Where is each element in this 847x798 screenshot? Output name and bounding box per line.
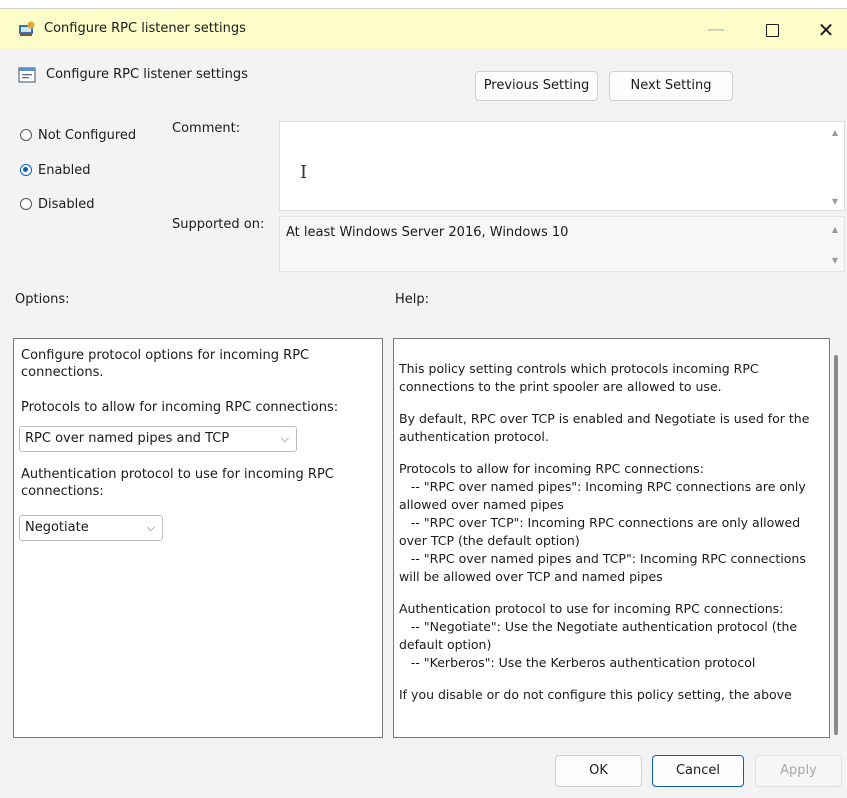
help-paragraph: By default, RPC over TCP is enabled and … <box>399 411 814 444</box>
window-title: Configure RPC listener settings <box>44 21 246 36</box>
chevron-down-icon: ⌵ <box>280 432 289 445</box>
radio-circle[interactable] <box>20 129 32 141</box>
help-text: This policy setting controls which proto… <box>399 360 825 718</box>
comment-input[interactable]: I ▲ ▼ <box>279 121 845 211</box>
protocols-value: RPC over named pipes and TCP <box>25 431 230 446</box>
protocols-label: Protocols to allow for incoming RPC conn… <box>21 400 339 415</box>
options-pane: Configure protocol options for incoming … <box>13 338 383 738</box>
help-paragraph: This policy setting controls which proto… <box>399 361 763 394</box>
supported-on-field: At least Windows Server 2016, Windows 10… <box>279 216 845 272</box>
chevron-down-icon: ⌵ <box>146 521 155 534</box>
maximize-icon <box>765 23 779 37</box>
scroll-up-icon[interactable]: ▲ <box>832 128 838 137</box>
radio-disabled[interactable]: Disabled <box>20 195 94 213</box>
radio-not-configured[interactable]: Not Configured <box>20 126 136 144</box>
policy-name: Configure RPC listener settings <box>46 67 248 82</box>
scroll-up-icon[interactable]: ▲ <box>832 225 838 234</box>
radio-label: Not Configured <box>38 127 137 143</box>
apply-button[interactable]: Apply <box>755 755 842 787</box>
help-paragraph: Protocols to allow for incoming RPC conn… <box>399 461 806 584</box>
cancel-button[interactable]: Cancel <box>652 755 744 787</box>
maximize-button[interactable] <box>752 17 792 43</box>
auth-value: Negotiate <box>25 520 89 535</box>
policy-setting-icon <box>18 67 36 83</box>
protocols-select[interactable]: RPC over named pipes and TCP ⌵ <box>19 426 297 452</box>
next-setting-button[interactable]: Next Setting <box>609 71 733 101</box>
help-label: Help: <box>395 292 430 307</box>
auth-select[interactable]: Negotiate ⌵ <box>19 515 163 541</box>
text-cursor-icon: I <box>300 162 308 183</box>
radio-enabled[interactable]: Enabled <box>20 161 91 179</box>
previous-setting-button[interactable]: Previous Setting <box>475 71 598 101</box>
policy-dialog: Configure RPC listener settings — ✕ Conf… <box>0 8 847 798</box>
ok-button[interactable]: OK <box>555 755 642 787</box>
scroll-down-icon[interactable]: ▼ <box>832 197 838 206</box>
supported-on-value: At least Windows Server 2016, Windows 10 <box>286 225 569 240</box>
radio-circle[interactable] <box>20 198 32 210</box>
radio-label: Disabled <box>38 196 95 212</box>
options-intro: Configure protocol options for incoming … <box>21 348 310 380</box>
help-paragraph: Authentication protocol to use for incom… <box>399 601 798 670</box>
help-pane[interactable]: This policy setting controls which proto… <box>393 338 830 738</box>
radio-circle[interactable] <box>20 164 32 176</box>
help-paragraph: If you disable or do not configure this … <box>399 687 792 702</box>
auth-label: Authentication protocol to use for incom… <box>21 467 334 499</box>
policy-app-icon <box>19 21 35 36</box>
close-button[interactable]: ✕ <box>806 17 846 43</box>
options-label: Options: <box>15 292 70 307</box>
scroll-down-icon[interactable]: ▼ <box>832 256 838 265</box>
supported-on-label: Supported on: <box>172 217 265 232</box>
help-scrollbar-thumb[interactable] <box>834 355 838 735</box>
radio-label: Enabled <box>38 162 91 178</box>
comment-label: Comment: <box>172 121 241 136</box>
minimize-button[interactable]: — <box>696 17 736 43</box>
title-bar[interactable]: Configure RPC listener settings — ✕ <box>0 9 847 49</box>
